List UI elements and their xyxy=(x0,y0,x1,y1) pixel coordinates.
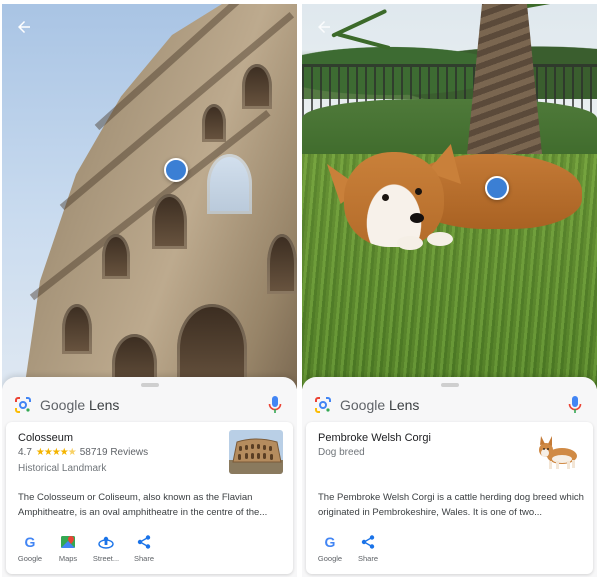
brand-lens: Lens xyxy=(389,397,420,413)
result-card[interactable]: Pembroke Welsh Corgi Dog breed The Pembr… xyxy=(306,422,593,574)
action-label: Google xyxy=(317,554,343,563)
result-title: Colosseum xyxy=(18,432,74,444)
result-category: Historical Landmark xyxy=(18,463,107,474)
action-share-button[interactable]: Share xyxy=(128,534,160,563)
street-view-icon xyxy=(98,534,114,550)
action-label: Street... xyxy=(92,554,120,563)
review-count: 58719 Reviews xyxy=(79,447,149,458)
brand-lens: Lens xyxy=(89,397,120,413)
result-title: Pembroke Welsh Corgi xyxy=(318,432,431,444)
mic-icon[interactable] xyxy=(267,395,283,415)
arch xyxy=(267,234,297,294)
lens-title: Google Lens xyxy=(40,397,119,413)
share-icon xyxy=(360,534,376,550)
svg-text:G: G xyxy=(325,534,336,550)
back-arrow-icon[interactable] xyxy=(12,18,36,42)
google-icon: G xyxy=(22,534,38,550)
corgi-nose xyxy=(410,213,424,223)
result-description: The Pembroke Welsh Corgi is a cattle her… xyxy=(318,492,584,518)
arch xyxy=(242,64,272,109)
colosseum-photo[interactable] xyxy=(2,4,297,389)
action-label: Google xyxy=(17,554,43,563)
share-icon xyxy=(136,534,152,550)
action-google-button[interactable]: G Google xyxy=(314,534,346,563)
arch xyxy=(202,104,226,142)
google-lens-logo-icon xyxy=(14,396,32,414)
brand-google: Google xyxy=(40,397,86,413)
result-card[interactable]: Colosseum 4.7 ★★★★★ 58719 Reviews Histor… xyxy=(6,422,293,574)
result-description: The Colosseum or Coliseum, also known as… xyxy=(18,492,268,518)
google-lens-bar: Google Lens xyxy=(2,389,297,421)
rating-value: 4.7 xyxy=(18,447,32,458)
corgi-head xyxy=(344,152,444,247)
mic-icon[interactable] xyxy=(567,395,583,415)
action-row: G Google Maps Street... Share xyxy=(14,534,160,563)
maps-icon xyxy=(60,534,76,550)
back-arrow-icon[interactable] xyxy=(312,18,336,42)
lens-focus-dot[interactable] xyxy=(485,176,509,200)
sheet-handle[interactable] xyxy=(140,383,159,387)
action-share-button[interactable]: Share xyxy=(352,534,384,563)
brand-google: Google xyxy=(340,397,386,413)
google-icon: G xyxy=(322,534,338,550)
corgi-eye xyxy=(382,194,389,201)
arch xyxy=(152,194,187,249)
results-sheet: Google Lens Colosseum 4.7 ★★★★★ 58719 Re… xyxy=(2,377,297,577)
action-label: Share xyxy=(133,554,154,563)
corgi-photo[interactable] xyxy=(302,4,597,389)
screen-corgi: Google Lens Pembroke Welsh Corgi Dog bre… xyxy=(302,4,597,577)
screen-colosseum: Google Lens Colosseum 4.7 ★★★★★ 58719 Re… xyxy=(2,4,297,577)
colosseum-thumbnail[interactable] xyxy=(229,430,283,474)
results-sheet: Google Lens Pembroke Welsh Corgi Dog bre… xyxy=(302,377,597,577)
arch xyxy=(102,234,130,279)
corgi-thumbnail[interactable] xyxy=(529,430,583,474)
sheet-handle[interactable] xyxy=(440,383,459,387)
rating-row: 4.7 ★★★★★ 58719 Reviews xyxy=(18,447,148,458)
arch xyxy=(62,304,92,354)
action-google-button[interactable]: G Google xyxy=(14,534,46,563)
action-maps-button[interactable]: Maps xyxy=(52,534,84,563)
lens-focus-dot[interactable] xyxy=(164,158,188,182)
action-street-view-button[interactable]: Street... xyxy=(90,534,122,563)
result-category: Dog breed xyxy=(318,447,365,458)
action-label: Maps xyxy=(58,554,78,563)
google-lens-bar: Google Lens xyxy=(302,389,597,421)
lens-title: Google Lens xyxy=(340,397,419,413)
corgi-paw xyxy=(427,232,453,246)
arch xyxy=(207,154,252,214)
svg-text:G: G xyxy=(25,534,36,550)
action-row: G Google Share xyxy=(314,534,384,563)
corgi-eye xyxy=(415,188,422,195)
rating-stars-icon: ★★★★★ xyxy=(35,447,77,458)
google-lens-logo-icon xyxy=(314,396,332,414)
action-label: Share xyxy=(357,554,378,563)
corgi-paw xyxy=(397,236,423,250)
